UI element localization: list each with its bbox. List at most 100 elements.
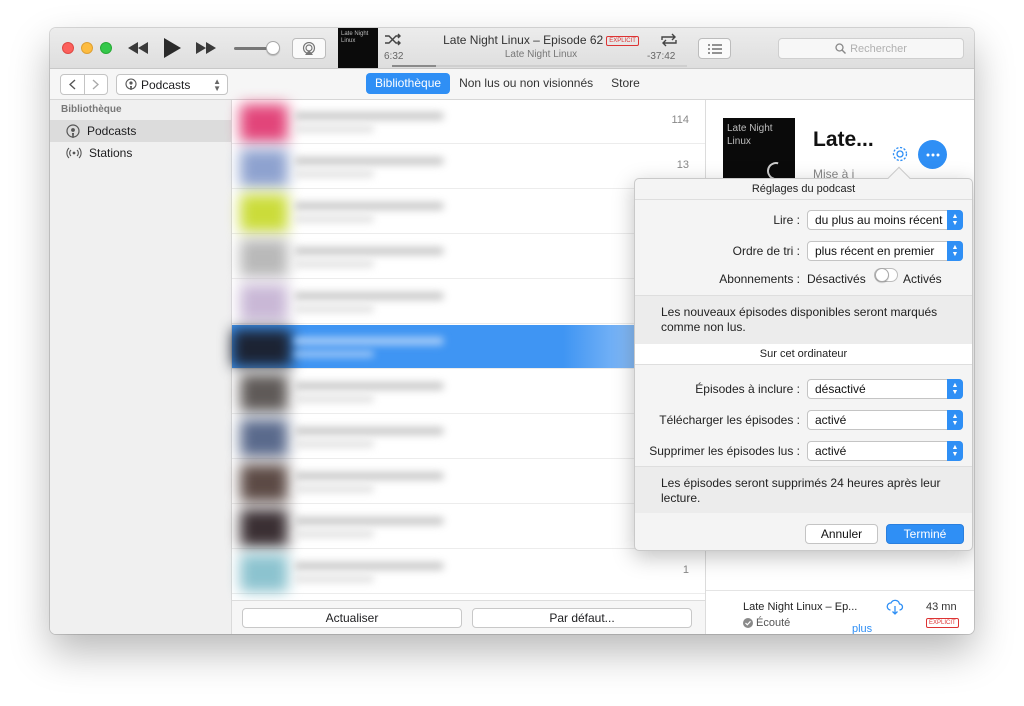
delete-played-value: activé — [815, 444, 847, 458]
podcast-meta-blurred — [294, 351, 374, 357]
itunes-window: Late Night Linux Late Night Linux – Epis… — [50, 28, 974, 634]
play-order-value: du plus au moins récent — [815, 213, 943, 227]
playback-progress[interactable] — [392, 65, 687, 67]
podcast-meta-blurred — [294, 261, 374, 267]
subscriptions-on-label: Activés — [903, 272, 942, 286]
download-button[interactable] — [886, 599, 904, 620]
unplayed-count: 114 — [671, 114, 689, 126]
podcast-meta-blurred — [294, 441, 374, 447]
include-episodes-label: Épisodes à inclure : — [695, 382, 800, 396]
artwork-text: Late Night Linux — [341, 31, 369, 44]
media-kind-selector[interactable]: Podcasts ▲ ▼ — [116, 74, 228, 95]
sort-order-value: plus récent en premier — [815, 244, 935, 258]
now-playing-artwork[interactable]: Late Night Linux — [338, 28, 378, 68]
cover-text: Late Night Linux — [727, 123, 773, 147]
episode-more-link[interactable]: plus — [852, 623, 872, 634]
podcast-name-blurred — [294, 157, 444, 165]
forward-button[interactable] — [85, 75, 108, 94]
section-title-podcast-settings: Réglages du podcast — [751, 183, 856, 195]
airplay-button[interactable] — [292, 38, 326, 59]
default-settings-button[interactable]: Par défaut... — [472, 608, 692, 628]
podcast-row[interactable]: 114 — [232, 100, 705, 144]
updown-chevron-icon: ▲ ▼ — [947, 441, 963, 461]
media-kind-label: Podcasts — [141, 77, 191, 92]
toggle-knob — [875, 268, 889, 282]
ellipsis-icon — [926, 153, 939, 156]
delete-played-label: Supprimer les épisodes lus : — [649, 444, 800, 458]
player-bar: Late Night Linux Late Night Linux – Epis… — [50, 28, 974, 69]
podcast-title: Late... — [813, 128, 874, 151]
list-footer: Actualiser Par défaut... — [232, 600, 705, 634]
up-next-button[interactable] — [698, 38, 731, 59]
now-playing-title: Late Night Linux – Episode 62 EXPLICIT — [396, 33, 686, 47]
episode-status: Écouté — [743, 617, 790, 629]
episode-title: Late Night Linux – Ep... — [743, 601, 858, 613]
episode-status-label: Écouté — [756, 617, 791, 629]
chevron-left-icon — [68, 79, 76, 90]
sidebar-item-stations[interactable]: Stations — [50, 142, 231, 164]
podcast-name-blurred — [294, 562, 444, 570]
done-button[interactable]: Terminé — [886, 524, 964, 544]
podcast-artwork — [240, 554, 288, 592]
fast-forward-icon — [196, 42, 216, 54]
cloud-download-icon — [886, 599, 904, 615]
updown-chevron-icon: ▲ ▼ — [947, 241, 963, 261]
podcast-name-blurred — [294, 382, 444, 390]
episode-row[interactable]: Late Night Linux – Ep... Écouté plus 43 … — [706, 590, 974, 634]
updown-chevron-icon: ▲ ▼ — [947, 379, 963, 399]
tab-library[interactable]: Bibliothèque — [366, 73, 451, 94]
checkmark-circle-icon — [743, 618, 753, 628]
episode-duration: 43 mn — [926, 601, 957, 613]
delete-played-select[interactable]: activé ▲ ▼ — [807, 441, 963, 461]
play-order-select[interactable]: du plus au moins récent ▲ ▼ — [807, 210, 963, 230]
toolbar: Podcasts ▲ ▼ Bibliothèque Non lus ou non … — [50, 69, 974, 100]
gear-icon — [892, 146, 908, 162]
next-track-button[interactable] — [194, 36, 218, 60]
podcast-icon — [66, 123, 80, 138]
sidebar-item-label: Stations — [89, 146, 133, 160]
zoom-window-button[interactable] — [100, 42, 112, 54]
unplayed-count: 1 — [682, 564, 689, 576]
close-window-button[interactable] — [62, 42, 74, 54]
sort-order-label: Ordre de tri : — [732, 244, 800, 258]
include-episodes-select[interactable]: désactivé ▲ ▼ — [807, 379, 963, 399]
volume-slider[interactable] — [266, 41, 280, 55]
more-options-button[interactable] — [918, 140, 947, 169]
search-field[interactable]: Rechercher — [778, 38, 964, 59]
refresh-button[interactable]: Actualiser — [242, 608, 462, 628]
tab-store[interactable]: Store — [602, 73, 649, 94]
search-icon — [835, 43, 847, 54]
explicit-badge: EXPLICIT — [606, 36, 639, 46]
unplayed-count: 13 — [676, 159, 689, 171]
podcast-name-blurred — [294, 202, 444, 210]
download-episodes-select[interactable]: activé ▲ ▼ — [807, 410, 963, 430]
radio-waves-icon — [66, 147, 82, 159]
sidebar-heading: Bibliothèque — [61, 104, 122, 115]
repeat-icon[interactable] — [660, 33, 678, 47]
new-episodes-note: Les nouveaux épisodes disponibles seront… — [635, 296, 972, 344]
updown-chevron-icon: ▲ ▼ — [947, 410, 963, 430]
sort-order-select[interactable]: plus récent en premier ▲ ▼ — [807, 241, 963, 261]
podcast-artwork — [240, 374, 288, 412]
podcast-settings-button[interactable] — [890, 144, 910, 164]
subscriptions-label: Abonnements : — [719, 272, 800, 286]
rewind-icon — [128, 42, 148, 54]
back-button[interactable] — [61, 75, 85, 94]
previous-track-button[interactable] — [126, 36, 150, 60]
subscriptions-toggle[interactable] — [874, 268, 898, 282]
airplay-icon — [302, 42, 316, 55]
podcast-artwork — [240, 509, 288, 547]
tab-unplayed[interactable]: Non lus ou non visionnés — [450, 73, 602, 94]
podcast-meta-blurred — [294, 486, 374, 492]
minimize-window-button[interactable] — [81, 42, 93, 54]
sidebar-item-podcasts[interactable]: Podcasts — [50, 120, 231, 142]
podcast-meta-blurred — [294, 306, 374, 312]
download-episodes-value: activé — [815, 413, 847, 427]
play-button[interactable] — [160, 36, 184, 60]
play-icon — [164, 38, 181, 58]
podcast-name-blurred — [294, 112, 444, 120]
podcast-meta-blurred — [294, 126, 374, 132]
podcast-row[interactable]: 1 — [232, 550, 705, 594]
cancel-button[interactable]: Annuler — [805, 524, 878, 544]
podcast-meta-blurred — [294, 576, 374, 582]
